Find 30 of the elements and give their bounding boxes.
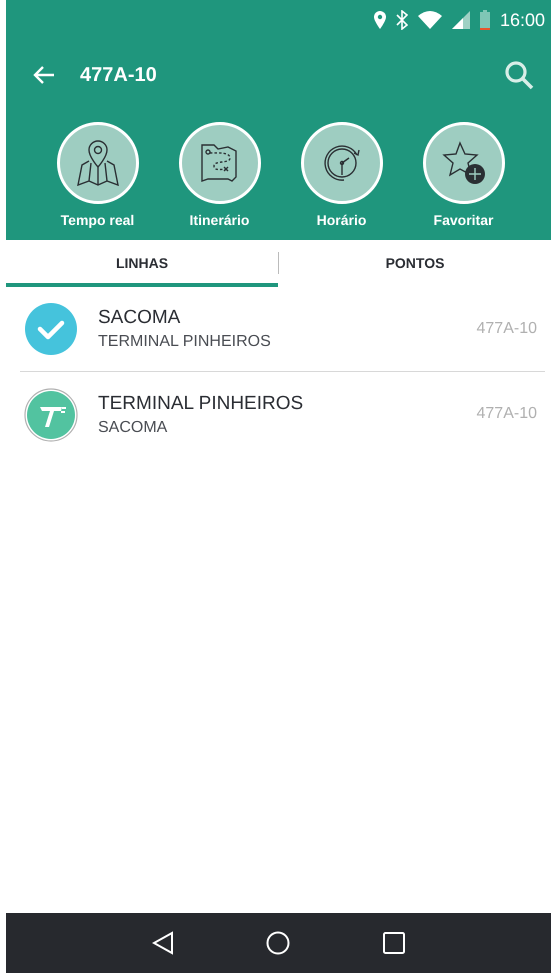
line-destination: TERMINAL PINHEIROS	[98, 392, 304, 416]
action-label: Tempo real	[60, 211, 134, 230]
action-label: Favoritar	[434, 211, 494, 230]
line-origin: TERMINAL PINHEIROS	[98, 332, 272, 352]
star-plus-icon	[440, 140, 486, 186]
home-nav-icon[interactable]	[266, 931, 290, 955]
line-list-item[interactable]: SACOMA TERMINAL PINHEIROS 477A-10	[20, 287, 545, 372]
battery-icon	[480, 10, 490, 30]
status-time: 16:00	[500, 8, 545, 32]
location-icon	[374, 11, 386, 29]
line-code: 477A-10	[476, 319, 537, 339]
line-code: 477A-10	[476, 404, 537, 424]
back-nav-icon[interactable]	[152, 931, 174, 955]
check-icon	[24, 302, 78, 356]
map-pin-icon	[76, 139, 120, 187]
search-icon	[503, 59, 535, 91]
line-origin: SACOMA	[98, 418, 168, 438]
transit-logo-icon	[24, 388, 78, 442]
line-destination: SACOMA	[98, 306, 182, 330]
tab[interactable]: LINHAS	[6, 240, 278, 287]
tab[interactable]: PONTOS	[279, 240, 551, 287]
action-label: Itinerário	[190, 211, 250, 230]
line-list-item[interactable]: TERMINAL PINHEIROS SACOMA 477A-10	[20, 372, 545, 457]
recents-nav-icon[interactable]	[382, 932, 405, 954]
wifi-icon	[418, 11, 442, 29]
action-label: Horário	[316, 211, 366, 230]
back-arrow-icon	[33, 65, 55, 85]
toolbar-title: 477A-10	[80, 63, 157, 88]
signal-icon	[452, 11, 470, 29]
bluetooth-icon	[396, 10, 408, 30]
